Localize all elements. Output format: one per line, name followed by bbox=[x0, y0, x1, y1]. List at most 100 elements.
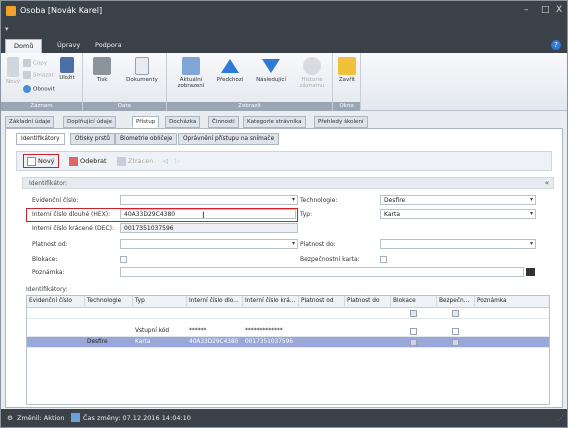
tab-cinnosti[interactable]: Činnosti bbox=[208, 116, 239, 128]
close-button[interactable]: X bbox=[556, 5, 562, 15]
lost-button[interactable]: Ztracen bbox=[117, 155, 153, 169]
col-platnost-od[interactable]: Platnost od bbox=[299, 296, 345, 308]
row-bezpecnostni-checkbox[interactable] bbox=[452, 339, 459, 346]
close-window-button[interactable]: Zavřít bbox=[335, 57, 359, 83]
quick-access-toolbar: ▾ bbox=[1, 23, 567, 37]
col-poznamka[interactable]: Poznámka bbox=[475, 296, 549, 308]
documents-button[interactable]: Dokumenty bbox=[121, 57, 163, 83]
copy-icon bbox=[23, 59, 31, 67]
ribbon: Nový Copy Smazat Obnovit Uložit Záznam T… bbox=[1, 53, 567, 111]
change-time-text: Čas změny: 07.12.2016 14:04:10 bbox=[83, 414, 191, 422]
filter-row[interactable] bbox=[27, 308, 549, 319]
calendar-icon bbox=[71, 413, 80, 422]
col-typ[interactable]: Typ bbox=[133, 296, 187, 308]
next-nav-icon[interactable]: ▷ bbox=[175, 155, 180, 169]
add-identifier-button[interactable]: Nový bbox=[23, 154, 59, 168]
tab-dochazka[interactable]: Docházka bbox=[165, 116, 201, 128]
document-tabs: Základní údaje Doplňující údaje Přístup … bbox=[5, 116, 563, 128]
evidencni-cislo-label: Evidenční číslo: bbox=[32, 197, 79, 204]
blokace-label: Blokace: bbox=[32, 256, 58, 263]
ribbon-tab-podpora[interactable]: Podpora bbox=[87, 39, 130, 53]
bezpecnostni-checkbox[interactable] bbox=[380, 256, 387, 263]
status-bar: ⚙ Změnil: Aktion Čas změny: 07.12.2016 1… bbox=[1, 409, 567, 427]
collapse-chevron-icon[interactable]: « bbox=[545, 179, 549, 187]
changed-by-text: Změnil: Aktion bbox=[17, 414, 65, 422]
history-clock-icon bbox=[303, 57, 321, 75]
prev-nav-icon[interactable]: ◁ bbox=[163, 155, 168, 169]
color-picker-icon[interactable] bbox=[526, 268, 535, 276]
quick-access-dropdown-icon[interactable]: ▾ bbox=[5, 25, 9, 33]
col-bezpecnostni[interactable]: Bezpečn... bbox=[437, 296, 475, 308]
tab-prehledy-skoleni[interactable]: Přehledy školení bbox=[314, 116, 368, 128]
platnost-od-field[interactable] bbox=[120, 239, 298, 249]
tab-kategorie-stravnika[interactable]: Kategorie strávníka bbox=[243, 116, 306, 128]
print-button[interactable]: Tisk bbox=[89, 57, 115, 83]
ribbon-tab-upravy[interactable]: Úpravy bbox=[49, 39, 88, 53]
maximize-button[interactable]: □ bbox=[541, 5, 550, 15]
blokace-checkbox[interactable] bbox=[120, 256, 127, 263]
platnost-do-field[interactable] bbox=[380, 239, 536, 249]
remove-icon bbox=[69, 156, 78, 166]
poznamka-input[interactable] bbox=[120, 267, 524, 277]
arrow-down-icon bbox=[262, 59, 280, 73]
remove-identifier-button[interactable]: Odebrat bbox=[69, 155, 107, 169]
table-row[interactable]: Vstupní kód ****** ************* bbox=[27, 326, 549, 337]
col-dec[interactable]: Interní číslo krá... bbox=[243, 296, 299, 308]
current-view-button[interactable]: Aktuální zobrazení bbox=[171, 57, 211, 89]
ribbon-tabs: Domů Úpravy Podpora ? bbox=[1, 37, 567, 53]
col-evidencni[interactable]: Evidenční číslo bbox=[27, 296, 85, 308]
col-technologie[interactable]: Technologie bbox=[85, 296, 133, 308]
evidencni-cislo-field[interactable] bbox=[120, 195, 298, 205]
subtab-identifikatory[interactable]: Identifikátory bbox=[16, 133, 65, 145]
window-title: Osoba [Novák Karel] bbox=[20, 6, 103, 15]
subtab-biometrie[interactable]: Biometrie obličeje bbox=[115, 133, 178, 145]
filter-blokace-checkbox[interactable] bbox=[410, 310, 417, 317]
subtab-otisky-prstu[interactable]: Otisky prstů bbox=[70, 133, 115, 145]
save-disk-icon bbox=[60, 57, 74, 73]
typ-label: Typ: bbox=[300, 211, 313, 218]
arrow-up-icon bbox=[221, 59, 239, 73]
col-platnost-do[interactable]: Platnost do bbox=[345, 296, 391, 308]
minimize-button[interactable]: – bbox=[524, 5, 529, 15]
hex-input[interactable]: 40A33D29C4380 bbox=[120, 209, 296, 219]
identifier-toolbar: Nový Odebrat Ztracen ◁ ▷ bbox=[16, 151, 552, 171]
typ-select[interactable]: Karta bbox=[380, 209, 536, 219]
row-bezpecnostni-checkbox[interactable] bbox=[452, 328, 459, 335]
poznamka-label: Poznámka: bbox=[32, 269, 65, 276]
new-document-icon bbox=[27, 156, 36, 166]
previous-button[interactable]: Předchozí bbox=[213, 57, 247, 83]
row-blokace-checkbox[interactable] bbox=[410, 339, 417, 346]
help-icon[interactable]: ? bbox=[551, 40, 561, 50]
row-blokace-checkbox[interactable] bbox=[410, 328, 417, 335]
ribbon-group-okno: Zavřít Okno bbox=[333, 53, 361, 111]
grid-header: Evidenční číslo Technologie Typ Interní … bbox=[27, 296, 549, 308]
group-label-data: Data bbox=[83, 102, 166, 111]
tab-pristup[interactable]: Přístup bbox=[132, 116, 160, 128]
subtab-opravneni[interactable]: Oprávnění přístupu na snímače bbox=[178, 133, 280, 145]
tab-doplnujici-udaje[interactable]: Doplňující údaje bbox=[63, 116, 116, 128]
refresh-button[interactable]: Obnovit bbox=[23, 85, 55, 93]
copy-button[interactable]: Copy bbox=[23, 59, 47, 67]
view-chart-icon bbox=[182, 57, 200, 75]
save-button[interactable]: Uložit bbox=[55, 57, 79, 81]
identifiers-grid: Evidenční číslo Technologie Typ Interní … bbox=[26, 295, 550, 405]
bezpecnostni-label: Bezpečnostní karta: bbox=[300, 256, 360, 263]
col-hex[interactable]: Interní číslo dlo... bbox=[187, 296, 243, 308]
table-row-selected[interactable]: Desfire Karta 40A33D29C4380 001735103759… bbox=[27, 337, 549, 348]
record-history-button[interactable]: Historie záznamu bbox=[293, 57, 331, 89]
new-record-button[interactable]: Nový bbox=[5, 57, 21, 85]
ribbon-tab-domu[interactable]: Domů bbox=[5, 39, 43, 53]
next-button[interactable]: Následující bbox=[249, 57, 293, 83]
new-document-icon bbox=[7, 57, 19, 77]
technologie-select[interactable]: Desfire bbox=[380, 195, 536, 205]
resize-grip-icon[interactable]: ⋰ bbox=[557, 414, 564, 422]
identifier-section-header[interactable]: Identifikátor: « bbox=[22, 177, 554, 189]
delete-button[interactable]: Smazat bbox=[23, 71, 54, 79]
delete-icon bbox=[23, 71, 31, 79]
col-blokace[interactable]: Blokace bbox=[391, 296, 437, 308]
group-label-zobrazit: Zobrazit bbox=[167, 102, 332, 111]
filter-bezpecnostni-checkbox[interactable] bbox=[452, 310, 459, 317]
ribbon-group-data: Tisk Dokumenty Data bbox=[83, 53, 167, 111]
tab-zakladni-udaje[interactable]: Základní údaje bbox=[5, 116, 55, 128]
printer-icon bbox=[93, 57, 111, 75]
